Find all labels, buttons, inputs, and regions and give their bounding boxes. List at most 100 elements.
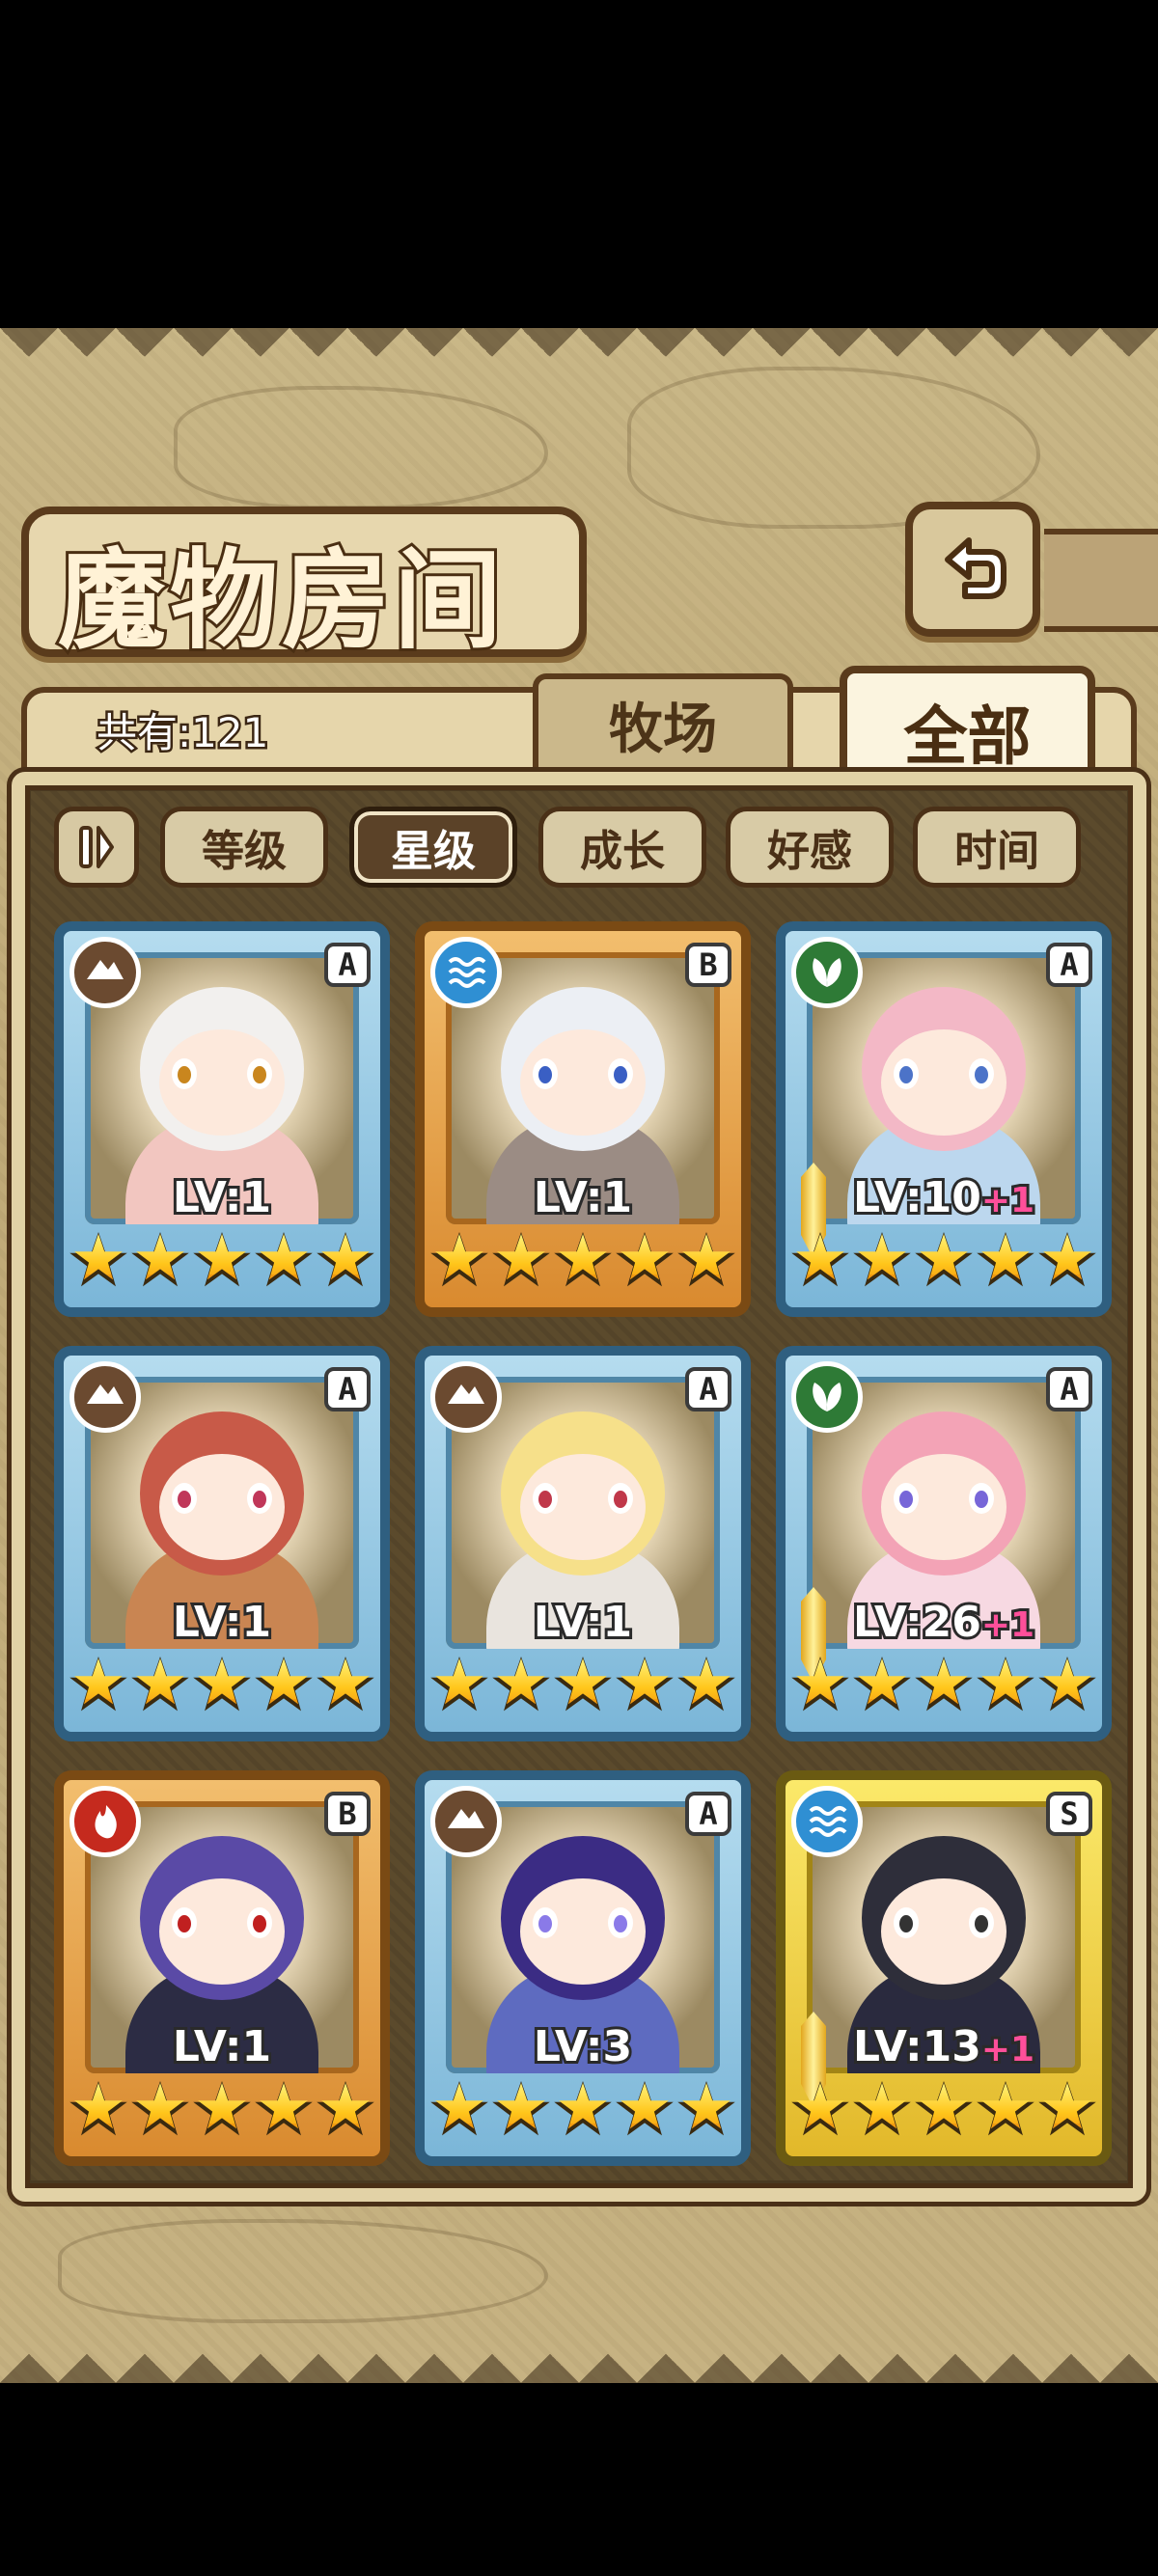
level-bonus: +1 <box>979 1603 1037 1648</box>
star-rating <box>425 1651 741 1722</box>
sort-time[interactable]: 时间 <box>913 807 1081 888</box>
monster-card[interactable]: A LV:26+1 <box>776 1346 1112 1741</box>
star-icon <box>491 1226 551 1298</box>
earth-element-icon <box>69 937 141 1008</box>
star-icon <box>1037 1226 1097 1298</box>
star-icon <box>316 1651 375 1722</box>
earth-element-icon <box>430 1786 502 1857</box>
return-arrow-icon <box>945 537 1006 599</box>
monster-card[interactable]: A LV:3 <box>415 1770 751 2166</box>
rank-badge: A <box>324 943 371 987</box>
star-icon <box>130 1651 190 1722</box>
star-icon <box>553 1226 613 1298</box>
star-icon <box>192 1651 252 1722</box>
torn-edge-bottom <box>0 2325 1158 2383</box>
star-icon <box>914 2075 974 2147</box>
level-value: LV:1 <box>531 1595 635 1650</box>
monster-card[interactable]: A LV:10+1 <box>776 921 1112 1317</box>
star-rating <box>64 1651 380 1722</box>
star-icon <box>69 1226 128 1298</box>
star-rating <box>64 1226 380 1298</box>
tab-all[interactable]: 全部 <box>840 666 1095 789</box>
level-value: LV:26 <box>850 1595 984 1650</box>
star-icon <box>852 2075 912 2147</box>
level-value: LV:10 <box>850 1170 984 1225</box>
star-rating <box>786 1226 1102 1298</box>
water-element-icon <box>430 937 502 1008</box>
wood-element-icon <box>791 1361 863 1433</box>
level-label: LV:1 <box>64 2019 380 2074</box>
page-title: 魔物房间 <box>55 534 506 667</box>
level-value: LV:3 <box>531 2019 635 2074</box>
monster-count: 共有:121 <box>94 707 270 759</box>
monster-card[interactable]: S LV:13+1 <box>776 1770 1112 2166</box>
tab-ranch[interactable]: 牧场 <box>533 673 793 770</box>
torn-edge-top <box>0 328 1158 386</box>
rank-badge: A <box>685 1367 731 1411</box>
star-icon <box>914 1226 974 1298</box>
star-icon <box>69 1651 128 1722</box>
sort-star[interactable]: 星级 <box>349 807 517 888</box>
star-rating <box>786 2075 1102 2147</box>
sort-growth[interactable]: 成长 <box>538 807 706 888</box>
star-rating <box>425 1226 741 1298</box>
level-label: LV:26+1 <box>786 1595 1102 1650</box>
star-icon <box>429 1651 489 1722</box>
star-icon <box>976 1226 1035 1298</box>
level-value: LV:1 <box>170 2019 274 2074</box>
level-label: LV:1 <box>64 1595 380 1650</box>
level-value: LV:13 <box>850 2019 984 2074</box>
sort-order-toggle[interactable] <box>54 807 139 888</box>
star-icon <box>1037 2075 1097 2147</box>
star-icon <box>553 1651 613 1722</box>
water-element-icon <box>791 1786 863 1857</box>
rank-badge: B <box>324 1792 371 1836</box>
fire-element-icon <box>69 1786 141 1857</box>
star-icon <box>429 1226 489 1298</box>
star-icon <box>790 1226 850 1298</box>
monster-card[interactable]: A LV:1 <box>415 1346 751 1741</box>
star-icon <box>491 1651 551 1722</box>
star-icon <box>429 2075 489 2147</box>
rank-badge: A <box>1046 943 1092 987</box>
rank-badge: A <box>685 1792 731 1836</box>
level-label: LV:1 <box>64 1170 380 1225</box>
star-icon <box>254 1651 314 1722</box>
monster-card[interactable]: A LV:1 <box>54 1346 390 1741</box>
level-label: LV:10+1 <box>786 1170 1102 1225</box>
earth-element-icon <box>69 1361 141 1433</box>
level-bonus: +1 <box>979 2027 1037 2072</box>
star-rating <box>786 1651 1102 1722</box>
level-label: LV:13+1 <box>786 2019 1102 2074</box>
wood-element-icon <box>791 937 863 1008</box>
star-icon <box>615 1651 675 1722</box>
star-icon <box>1037 1651 1097 1722</box>
star-icon <box>615 1226 675 1298</box>
level-value: LV:1 <box>170 1595 274 1650</box>
star-icon <box>316 1226 375 1298</box>
pause-sort-icon <box>79 826 114 868</box>
star-icon <box>254 1226 314 1298</box>
star-icon <box>553 2075 613 2147</box>
level-label: LV:1 <box>425 1595 741 1650</box>
sort-level[interactable]: 等级 <box>160 807 328 888</box>
star-rating <box>64 2075 380 2147</box>
monster-card[interactable]: B LV:1 <box>415 921 751 1317</box>
star-icon <box>676 1226 736 1298</box>
back-button[interactable] <box>905 502 1040 637</box>
monster-card[interactable]: B LV:1 <box>54 1770 390 2166</box>
star-icon <box>676 2075 736 2147</box>
star-icon <box>69 2075 128 2147</box>
level-bonus: +1 <box>979 1178 1037 1223</box>
sort-affection[interactable]: 好感 <box>726 807 894 888</box>
star-icon <box>976 1651 1035 1722</box>
level-value: LV:1 <box>531 1170 635 1225</box>
earth-element-icon <box>430 1361 502 1433</box>
star-icon <box>615 2075 675 2147</box>
star-icon <box>914 1651 974 1722</box>
star-icon <box>790 1651 850 1722</box>
star-icon <box>491 2075 551 2147</box>
star-icon <box>790 2075 850 2147</box>
monster-card[interactable]: A LV:1 <box>54 921 390 1317</box>
rank-badge: A <box>324 1367 371 1411</box>
